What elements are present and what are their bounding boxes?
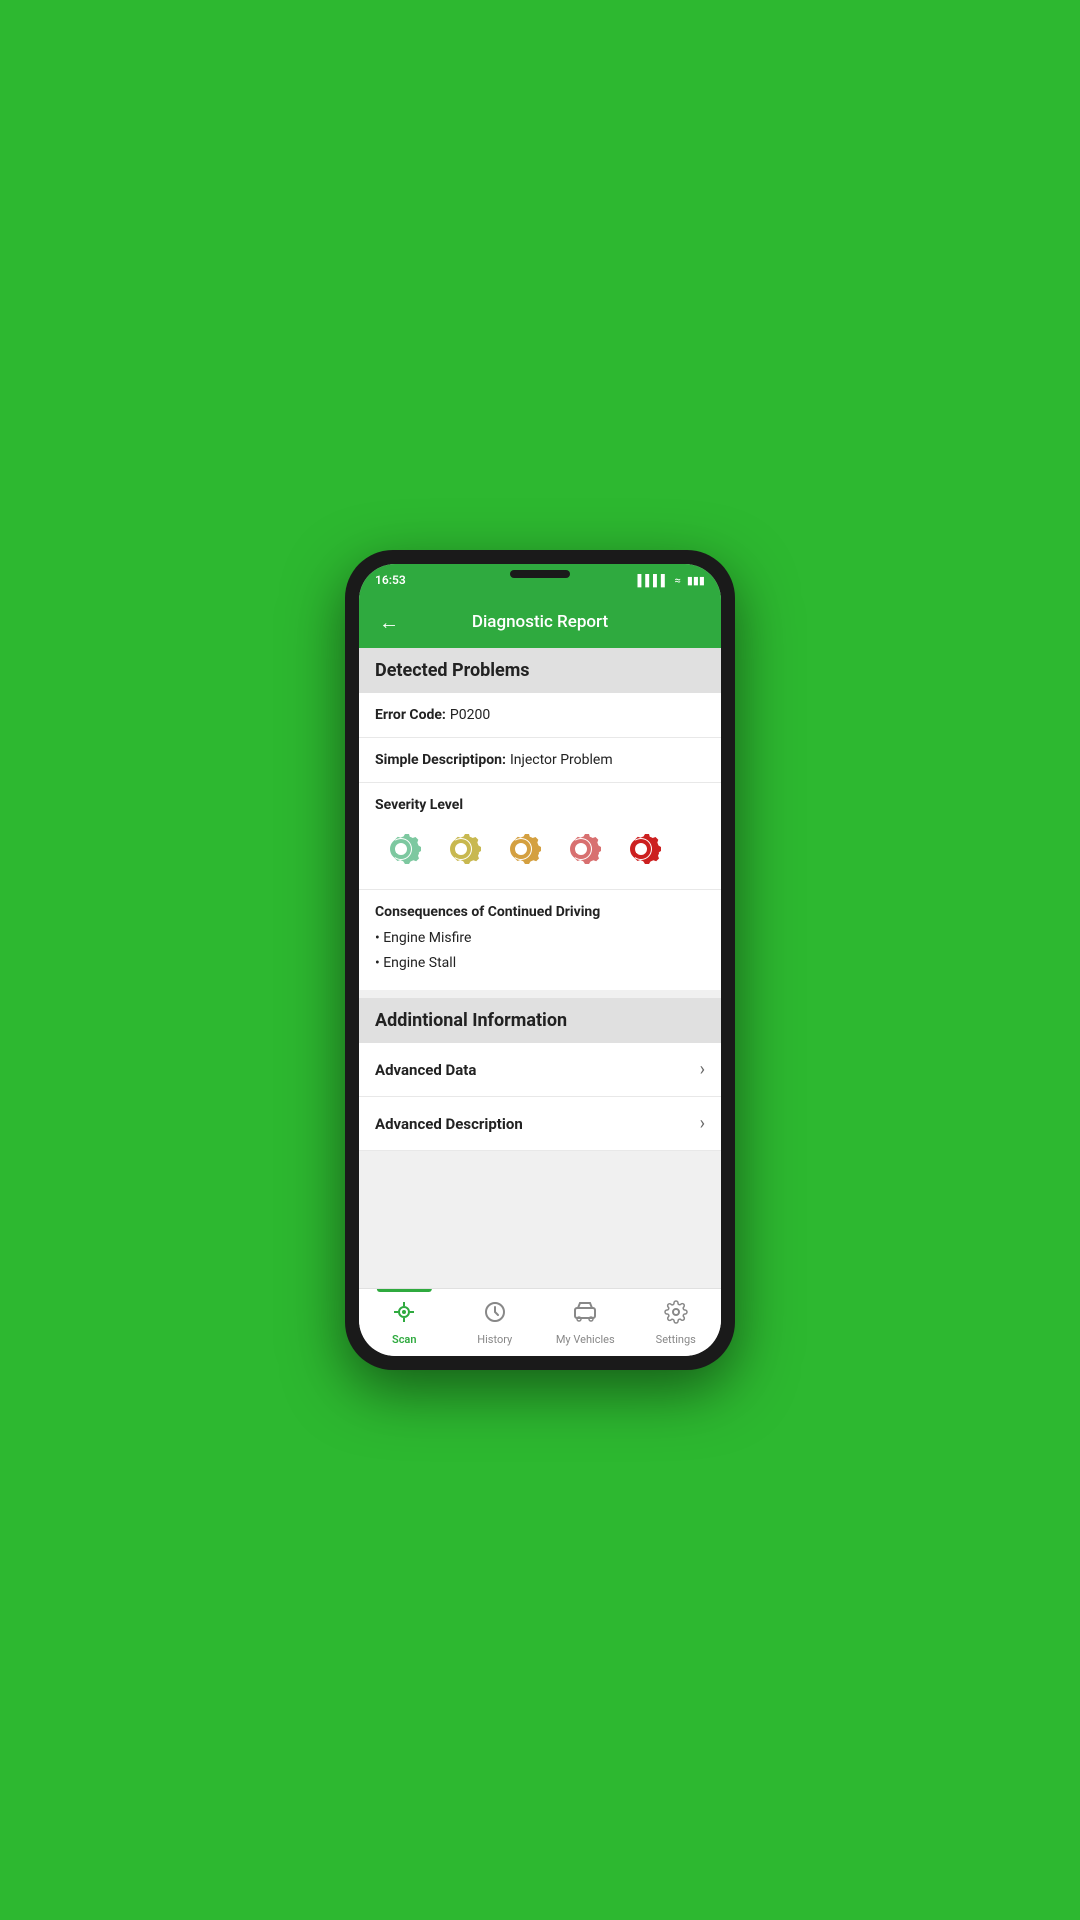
consequence-2: • Engine Stall [375,951,705,976]
severity-gear-2: IO [435,823,487,875]
additional-info-section: Addintional Information Advanced Data › … [359,998,721,1151]
svg-text:IO: IO [455,844,467,856]
phone-screen: 16:53 ▌▌▌▌ ≈ ▮▮▮ ← Diagnostic Report Det… [359,564,721,1356]
signal-icon: ▌▌▌▌ [637,574,668,587]
advanced-description-row[interactable]: Advanced Description › [359,1097,721,1151]
page-title: Diagnostic Report [472,612,608,632]
detected-problems-title: Detected Problems [375,660,530,681]
severity-gear-3: IO [495,823,547,875]
error-code-label: Error Code: [375,707,446,723]
advanced-description-label: Advanced Description [375,1115,523,1133]
back-button[interactable]: ← [375,606,403,639]
history-label: History [477,1333,512,1346]
history-icon [483,1300,507,1330]
my-vehicles-label: My Vehicles [556,1333,615,1346]
nav-item-scan[interactable]: Scan [359,1289,450,1356]
battery-icon: ▮▮▮ [687,574,705,587]
status-icons: ▌▌▌▌ ≈ ▮▮▮ [637,574,705,587]
consequences-title: Consequences of Continued Driving [375,904,705,920]
nav-item-settings[interactable]: Settings [631,1289,722,1356]
simple-description-value: Injector Problem [510,752,613,768]
phone-frame: 16:53 ▌▌▌▌ ≈ ▮▮▮ ← Diagnostic Report Det… [345,550,735,1370]
additional-info-header: Addintional Information [359,998,721,1043]
severity-gear-5: IO [615,823,667,875]
detected-problems-card: Error Code: P0200 Simple Descriptipon: I… [359,693,721,990]
svg-text:IO: IO [575,844,587,856]
status-bar: 16:53 ▌▌▌▌ ≈ ▮▮▮ [359,564,721,596]
scan-icon [392,1300,416,1330]
app-header: ← Diagnostic Report [359,596,721,648]
nav-item-history[interactable]: History [450,1289,541,1356]
advanced-data-row[interactable]: Advanced Data › [359,1043,721,1097]
scan-label: Scan [392,1333,417,1346]
status-time: 16:53 [375,573,406,587]
settings-label: Settings [656,1333,696,1346]
nav-item-my-vehicles[interactable]: My Vehicles [540,1289,631,1356]
severity-label: Severity Level [375,797,705,813]
consequence-1: • Engine Misfire [375,926,705,951]
my-vehicles-icon [572,1300,598,1330]
advanced-data-chevron: › [700,1059,705,1080]
severity-row: Severity Level IO [359,783,721,890]
severity-gear-1: IO [375,823,427,875]
advanced-data-label: Advanced Data [375,1061,476,1079]
content-area: Detected Problems Error Code: P0200 Simp… [359,648,721,1288]
svg-text:IO: IO [395,844,407,856]
error-code-row: Error Code: P0200 [359,693,721,738]
advanced-description-chevron: › [700,1113,705,1134]
consequences-row: Consequences of Continued Driving • Engi… [359,890,721,990]
simple-description-label: Simple Descriptipon: [375,752,506,768]
settings-icon [664,1300,688,1330]
svg-text:IO: IO [635,844,647,856]
severity-gears: IO IO [375,823,705,875]
detected-problems-header: Detected Problems [359,648,721,693]
svg-text:IO: IO [515,844,527,856]
error-code-value: P0200 [450,707,490,723]
additional-info-title: Addintional Information [375,1010,567,1031]
bottom-nav: Scan History [359,1288,721,1356]
wifi-icon: ≈ [675,574,681,587]
severity-gear-4: IO [555,823,607,875]
simple-description-row: Simple Descriptipon: Injector Problem [359,738,721,783]
